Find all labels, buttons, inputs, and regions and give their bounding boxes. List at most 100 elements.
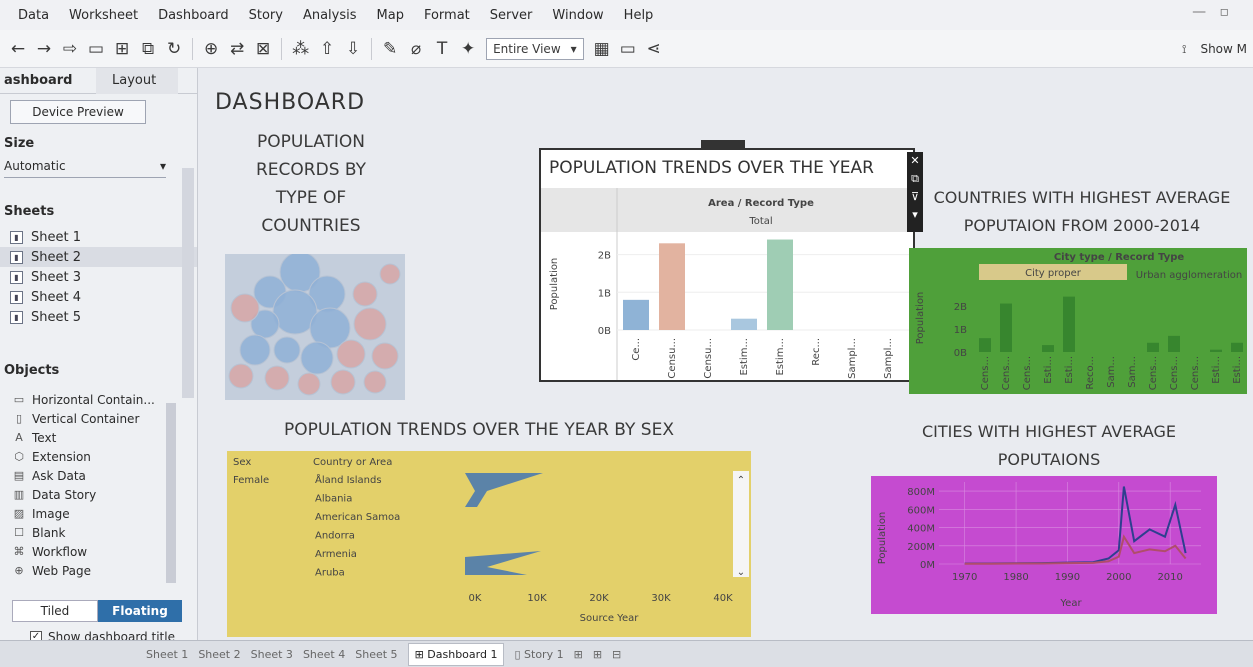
close-icon[interactable]: ✕ <box>907 152 923 170</box>
x-tick-label: 1970 <box>952 572 977 583</box>
x-tick-label: Cens... <box>1022 356 1033 390</box>
chart3-title: COUNTRIES WITH HIGHEST AVERAGE POPUTAION… <box>917 184 1247 240</box>
floating-button[interactable]: Floating <box>98 600 182 622</box>
chart3-svg[interactable]: City type / Record Type City proper Urban … <box>909 248 1247 394</box>
bubble <box>228 363 254 389</box>
duplicate-icon[interactable]: ⧉ <box>140 39 156 59</box>
swap-icon[interactable]: ⇄ <box>229 39 245 59</box>
tab-sheet-2[interactable]: Sheet 2 <box>198 648 240 661</box>
label-icon[interactable]: T <box>434 39 450 59</box>
tab-sheet-4[interactable]: Sheet 4 <box>303 648 345 661</box>
row-label: Armenia <box>315 549 357 560</box>
menu-data[interactable]: Data <box>18 8 49 23</box>
sheet-item[interactable]: ▮ Sheet 3 <box>0 267 197 287</box>
tab-story-1[interactable]: ▯ Story 1 <box>514 648 563 661</box>
tab-sheet-5[interactable]: Sheet 5 <box>355 648 397 661</box>
sheet-icon: ▮ <box>10 270 23 284</box>
device-preview-button[interactable]: Device Preview <box>10 100 146 124</box>
menu-server[interactable]: Server <box>490 8 533 23</box>
sheet-label: Sheet 5 <box>31 309 81 325</box>
window-controls[interactable]: — ▫ <box>1192 4 1229 20</box>
scroll-down-icon: ⌄ <box>737 567 745 578</box>
x-axis-title: Source Year <box>580 613 640 624</box>
highlight-icon[interactable]: ✎ <box>382 39 398 59</box>
show-cards-icon[interactable]: ▦ <box>594 39 610 59</box>
vertical-container-icon: ▯ <box>15 412 23 425</box>
toolbar-divider <box>281 37 283 60</box>
new-story-icon[interactable]: ⊟ <box>612 648 621 661</box>
chart4-svg[interactable]: Sex Country or Area Female Åland Islands Alb… <box>227 451 751 637</box>
clear-sheet-icon[interactable]: ⊠ <box>255 39 271 59</box>
menu-help[interactable]: Help <box>624 8 654 23</box>
x-tick-label: Esti... <box>1232 356 1243 384</box>
sheet-item[interactable]: ▮ Sheet 1 <box>0 227 197 247</box>
back-icon[interactable]: ← <box>10 39 26 59</box>
pane-scrollbar[interactable] <box>182 168 194 398</box>
sort-ascending-icon[interactable]: ⇧ <box>319 39 335 59</box>
chart5-svg[interactable]: Population 0M 200M 400M 600M 800M 1970 1980 1990… <box>871 476 1217 614</box>
horizontal-container-icon: ▭ <box>13 393 25 406</box>
menu-map[interactable]: Map <box>377 8 404 23</box>
object-label: Horizontal Contain... <box>32 392 155 407</box>
tiled-button[interactable]: Tiled <box>12 600 98 622</box>
tooltip-icon[interactable]: ⟟ <box>1182 42 1186 57</box>
x-tick-label: Reco... <box>1085 356 1096 390</box>
y-tick-label: 2B <box>598 251 611 262</box>
forward-icon[interactable]: → <box>36 39 52 59</box>
menu-window[interactable]: Window <box>552 8 603 23</box>
y-tick-label: 400M <box>907 524 935 535</box>
sort-descending-icon[interactable]: ⇩ <box>345 39 361 59</box>
tab-sheet-1[interactable]: Sheet 1 <box>146 648 188 661</box>
annotate-icon[interactable]: ⌀ <box>408 39 424 59</box>
x-tick-label: 1980 <box>1003 572 1028 583</box>
data-source-icon[interactable]: ⇨ <box>62 39 78 59</box>
tab-dashboard-1[interactable]: ⊞ Dashboard 1 <box>407 642 505 666</box>
menu-story[interactable]: Story <box>249 8 283 23</box>
share-icon[interactable]: ⋖ <box>646 39 662 59</box>
chart2-panel[interactable]: POPULATION TRENDS OVER THE YEAR Area / R… <box>539 140 915 382</box>
y-tick-label: 1B <box>954 325 967 336</box>
y-axis-title: Population <box>915 292 926 345</box>
objects-scrollbar[interactable] <box>166 403 176 583</box>
sheet-item[interactable]: ▮ Sheet 2 <box>0 247 197 267</box>
add-chart-icon[interactable]: ⊕ <box>203 39 219 59</box>
object-label: Web Page <box>32 563 92 578</box>
pin-icon[interactable]: ✦ <box>460 39 476 59</box>
new-worksheet-icon[interactable]: ⊞ <box>574 648 583 661</box>
menu-analysis[interactable]: Analysis <box>303 8 357 23</box>
new-sheet-icon[interactable]: ⊞ <box>114 39 130 59</box>
menu-dashboard[interactable]: Dashboard <box>158 8 229 23</box>
sheet-item[interactable]: ▮ Sheet 4 <box>0 287 197 307</box>
tab-layout[interactable]: Layout <box>96 67 178 94</box>
image-icon: ▨ <box>13 507 25 520</box>
tab-sheet-3[interactable]: Sheet 3 <box>251 648 293 661</box>
sex-label: Female <box>233 475 269 486</box>
show-me[interactable]: ⟟ Show M <box>1182 42 1247 57</box>
refresh-icon[interactable]: ↻ <box>166 39 182 59</box>
bubble <box>353 307 387 341</box>
x-tick-label: Rec... <box>811 338 822 366</box>
chevron-down-icon: ▾ <box>570 41 577 56</box>
workflow-icon: ⌘ <box>13 545 25 558</box>
new-dashboard-icon[interactable]: ⊞ <box>593 648 602 661</box>
bar <box>1063 296 1075 352</box>
bubble-chart[interactable] <box>225 254 405 400</box>
sheet-tab-bar: Sheet 1 Sheet 2 Sheet 3 Sheet 4 Sheet 5 … <box>0 640 1253 667</box>
drag-handle[interactable] <box>701 140 745 150</box>
y-tick-label: 200M <box>907 542 935 553</box>
bar <box>623 299 649 330</box>
sheet-icon: ▮ <box>10 310 23 324</box>
fit-view-select[interactable]: Entire View ▾ <box>486 37 584 60</box>
tab-dashboard[interactable]: ashboard <box>0 73 96 88</box>
x-tick-label: Censu... <box>667 338 678 379</box>
sheet-item[interactable]: ▮ Sheet 5 <box>0 307 197 327</box>
group-icon[interactable]: ⁂ <box>292 39 309 59</box>
x-tick-label: 2000 <box>1106 572 1131 583</box>
presentation-icon[interactable]: ▭ <box>620 39 636 59</box>
menu-format[interactable]: Format <box>424 8 470 23</box>
object-label: Vertical Container <box>32 411 140 426</box>
size-select[interactable]: Automatic ▾ <box>4 159 166 178</box>
menu-worksheet[interactable]: Worksheet <box>69 8 138 23</box>
save-icon[interactable]: ▭ <box>88 39 104 59</box>
sheet-icon: ▮ <box>10 230 23 244</box>
